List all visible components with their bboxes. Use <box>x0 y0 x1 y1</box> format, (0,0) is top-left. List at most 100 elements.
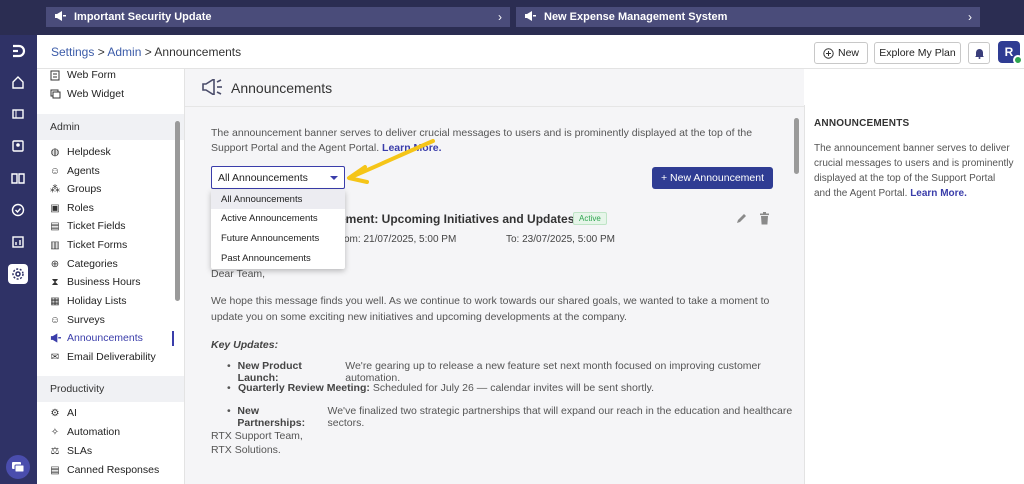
calendar-icon: ▦ <box>50 295 60 307</box>
sidebar-item-ticket-forms[interactable]: ▥ Ticket Forms <box>49 237 127 253</box>
sidebar-item-web-form[interactable]: Web Form <box>49 69 116 83</box>
dropdown-option-past[interactable]: Past Announcements <box>211 249 345 268</box>
new-button[interactable]: New <box>814 42 868 64</box>
sidebar-item-ticket-fields[interactable]: ▤ Ticket Fields <box>49 218 126 234</box>
explore-plan-button[interactable]: Explore My Plan <box>874 42 961 64</box>
breadcrumb-current: Announcements <box>154 45 242 59</box>
page-title: Announcements <box>231 80 333 96</box>
sidebar-item-slas[interactable]: ⚖ SLAs <box>49 443 93 459</box>
announcement-filter-select[interactable]: All Announcements <box>211 166 345 189</box>
breadcrumb-separator: > <box>94 45 108 59</box>
reports-icon[interactable] <box>8 232 28 252</box>
sidebar-item-categories[interactable]: ⊕ Categories <box>49 256 118 272</box>
announcement-title: ement: Upcoming Initiatives and Updates <box>339 212 575 226</box>
breadcrumb-admin[interactable]: Admin <box>107 45 141 59</box>
new-announcement-label: + New Announcement <box>660 172 765 184</box>
filter-selected-value: All Announcements <box>218 171 308 184</box>
new-announcement-button[interactable]: + New Announcement <box>652 167 773 189</box>
sidebar-item-label: Ticket Fields <box>67 220 126 232</box>
sidebar-item-label: Holiday Lists <box>67 295 127 307</box>
avatar-initial: R <box>1004 45 1014 59</box>
sidebar-item-label: Helpdesk <box>67 146 111 158</box>
home-icon[interactable] <box>8 72 28 92</box>
sidebar-item-email-deliverability[interactable]: ✉ Email Deliverability <box>49 349 156 365</box>
sla-icon: ⚖ <box>50 445 60 457</box>
megaphone-icon <box>524 10 538 24</box>
page-title-row: Announcements <box>185 69 804 107</box>
sidebar-item-label: Web Widget <box>67 88 124 100</box>
list-item: • Quarterly Review Meeting: Scheduled for … <box>227 382 654 394</box>
widget-icon <box>49 88 61 100</box>
logo-icon[interactable] <box>8 41 28 61</box>
caret-down-icon <box>330 176 338 180</box>
sidebar-item-label: Agents <box>67 165 100 177</box>
ticket-icon[interactable] <box>8 104 28 124</box>
sidebar-item-announcements[interactable]: Announcements <box>49 330 143 346</box>
dropdown-option-all[interactable]: All Announcements <box>211 190 345 209</box>
announcement-from-date: om: 21/07/2025, 5:00 PM <box>344 234 457 245</box>
bullet-label: New Partnerships: <box>237 405 306 429</box>
bullet-label: Quarterly Review Meeting: <box>238 382 370 394</box>
help-panel-heading: ANNOUNCEMENTS <box>814 118 910 129</box>
banner-security-update[interactable]: Important Security Update › <box>46 7 510 27</box>
chat-icon[interactable] <box>6 455 30 479</box>
contacts-icon[interactable] <box>8 136 28 156</box>
delete-trash-icon[interactable] <box>759 212 770 228</box>
bullet-text: We've finalized two strategic partnershi… <box>327 405 793 429</box>
sidebar-item-holiday-lists[interactable]: ▦ Holiday Lists <box>49 293 127 309</box>
sidebar-item-label: Ticket Forms <box>67 239 128 251</box>
dropdown-option-future[interactable]: Future Announcements <box>211 229 345 248</box>
dropdown-option-active[interactable]: Active Announcements <box>211 209 345 228</box>
sidebar-item-label: Email Deliverability <box>67 351 156 363</box>
sidebar-item-business-hours[interactable]: ⧗ Business Hours <box>49 274 140 290</box>
sidebar-item-helpdesk[interactable]: ◍ Helpdesk <box>49 144 111 160</box>
announcement-paragraph: We hope this message finds you well. As … <box>211 295 770 323</box>
breadcrumb: Settings > Admin > Announcements <box>51 45 241 59</box>
key-updates-heading: Key Updates: <box>211 339 279 351</box>
megaphone-icon <box>49 332 61 344</box>
sidebar-item-automation[interactable]: ✧ Automation <box>49 424 120 440</box>
sidebar-item-groups[interactable]: ⁂ Groups <box>49 181 101 197</box>
sidebar-item-roles[interactable]: ▣ Roles <box>49 200 94 216</box>
sidebar-item-web-widget[interactable]: Web Widget <box>49 86 124 102</box>
bullet-text: Scheduled for July 26 — calendar invites… <box>372 382 654 394</box>
form-icon <box>49 69 61 81</box>
banner-expense-system[interactable]: New Expense Management System › <box>516 7 980 27</box>
groups-icon: ⁂ <box>50 183 60 195</box>
settings-icon[interactable] <box>8 264 28 284</box>
sidebar-item-surveys[interactable]: ☺ Surveys <box>49 312 105 328</box>
app-rail <box>0 35 37 484</box>
roles-icon: ▣ <box>50 202 60 214</box>
sidebar-item-agents[interactable]: ☺ Agents <box>49 163 100 179</box>
bullet-text: We're gearing up to release a new featur… <box>345 360 761 384</box>
sidebar-item-label: Web Form <box>67 69 116 81</box>
intro-text: The announcement banner serves to delive… <box>211 126 777 156</box>
help-learn-more-link[interactable]: Learn More. <box>910 188 967 199</box>
section-admin-heading: Admin <box>37 114 184 140</box>
explore-plan-label: Explore My Plan <box>879 47 956 59</box>
tasks-icon[interactable] <box>8 200 28 220</box>
chevron-right-icon[interactable]: › <box>968 10 972 24</box>
categories-icon: ⊕ <box>50 258 60 270</box>
sidebar-scrollbar[interactable] <box>175 121 180 301</box>
sidebar-item-label: Surveys <box>67 314 105 326</box>
main-scrollbar[interactable] <box>794 118 799 174</box>
edit-pencil-icon[interactable] <box>735 212 748 228</box>
knowledge-base-icon[interactable] <box>8 168 28 188</box>
online-status-icon <box>1013 55 1023 65</box>
breadcrumb-settings[interactable]: Settings <box>51 45 94 59</box>
sidebar-item-ai[interactable]: ⚙ AI <box>49 405 77 421</box>
ticket-forms-icon: ▥ <box>50 239 60 251</box>
sidebar-item-canned-responses[interactable]: ▤ Canned Responses <box>49 462 159 478</box>
banner-text: Important Security Update <box>74 11 212 23</box>
megaphone-icon <box>54 10 68 24</box>
sidebar-item-label: Roles <box>67 202 94 214</box>
status-badge: Active <box>573 212 607 225</box>
notifications-bell-icon[interactable] <box>968 42 990 64</box>
help-panel-text: The announcement banner serves to delive… <box>814 141 1014 201</box>
chevron-right-icon[interactable]: › <box>498 10 502 24</box>
section-heading-text: Admin <box>50 121 80 133</box>
settings-sidebar: Web Form Web Widget Admin ◍ Helpdesk ☺ Age… <box>37 69 185 484</box>
announcement-to-date: To: 23/07/2025, 5:00 PM <box>506 234 615 245</box>
announcement-banner-bar: Important Security Update › New Expense … <box>0 0 1024 35</box>
